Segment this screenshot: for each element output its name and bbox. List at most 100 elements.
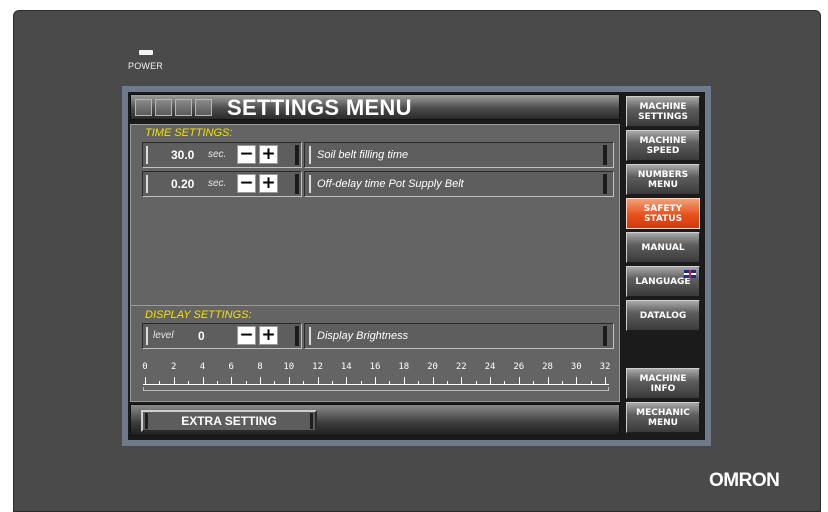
scale-tick [418,381,420,384]
time-setting-unit: sec. [208,149,227,160]
scale-tick-label: 8 [257,362,263,372]
scale-tick [231,377,233,384]
description-box-end [603,174,607,194]
scale-tick-label: 12 [312,362,323,372]
scale-tick [446,381,448,384]
side-menu: MACHINE SETTINGS MACHINE SPEED NUMBERS M… [624,94,703,438]
scale-tick [375,377,376,384]
time-setting-value: 0.20 [171,177,195,191]
scale-tick-label: 10 [283,362,295,372]
scale-tick [145,377,146,384]
decrement-button[interactable]: − [237,326,256,345]
brightness-scale[interactable]: 0 2 4 6 8 10 12 14 16 18 20 22 24 26 28 30 32 [142,360,611,392]
scale-tick-label: 0 [142,362,148,372]
scale-tick [245,381,247,384]
decrement-button[interactable]: − [237,174,256,193]
time-setting-value-box: 0.20 sec. − + [142,171,302,197]
increment-button[interactable]: + [259,145,278,164]
side-button-machine-info[interactable]: MACHINE INFO [626,368,700,399]
hmi-screen: SETTINGS MENU TIME SETTINGS: 30.0 sec. −… [128,92,705,440]
description-box-end [603,326,607,346]
scale-baseline [143,384,609,385]
settings-panel: TIME SETTINGS: 30.0 sec. − + Soil belt f… [130,124,620,402]
extra-setting-button[interactable]: EXTRA SETTING [141,410,317,432]
scale-tick-label: 28 [542,362,553,372]
value-box-edge [146,327,148,345]
scale-tick [403,377,405,384]
scale-tick [576,377,578,384]
scale-tick [288,377,290,384]
power-label: POWER [128,61,164,71]
scale-tick [561,381,563,384]
value-box-end [295,326,299,346]
scale-tick [360,381,362,384]
display-settings-title: DISPLAY SETTINGS: [145,309,252,321]
scale-tick [461,377,463,384]
side-button-manual[interactable]: MANUAL [626,232,700,263]
time-setting-value: 30.0 [171,148,195,162]
page-title: SETTINGS MENU [227,95,412,120]
scale-tick-label: 22 [455,362,467,372]
side-button-machine-speed[interactable]: MACHINE SPEED [626,130,700,161]
brand-logo: OMRON [709,470,780,491]
time-setting-description: Off-delay time Pot Supply Belt [317,178,464,190]
description-box-edge [309,327,311,345]
scale-tick-label: 32 [599,362,611,372]
description-box-edge [309,146,311,164]
side-button-language[interactable]: LANGUAGE [626,266,700,297]
scale-tick [202,377,204,384]
footer-bar: EXTRA SETTING [130,404,620,436]
side-button-mechanic-menu[interactable]: MECHANIC MENU [626,402,700,433]
time-setting-description-box: Off-delay time Pot Supply Belt [304,171,614,197]
time-setting-unit: sec. [208,178,227,189]
scale-tick [317,377,319,384]
scale-tick [346,377,348,384]
description-box-edge [309,175,311,193]
scale-tick [432,377,434,384]
scale-tick [188,381,190,384]
value-box-edge [146,175,148,193]
scale-tick [518,377,520,384]
time-setting-value-box: 30.0 sec. − + [142,142,302,168]
time-setting-description: Soil belt filling time [317,149,409,161]
scale-tick-label: 14 [340,362,352,372]
section-divider [131,305,619,306]
side-button-numbers-menu[interactable]: NUMBERS MENU [626,164,700,195]
time-settings-title: TIME SETTINGS: [145,127,233,139]
scale-tick [389,381,391,384]
scale-tick [303,381,305,384]
value-box-end [295,145,299,165]
scale-tick-label: 4 [199,362,206,372]
increment-button[interactable]: + [259,174,278,193]
scale-tick-label: 2 [171,362,177,372]
scale-tick-label: 30 [570,362,582,372]
scale-tick-label: 6 [228,362,234,372]
scale-tick-label: 16 [369,362,381,372]
header-square-icon [135,99,152,116]
side-button-machine-settings[interactable]: MACHINE SETTINGS [626,96,700,127]
brightness-description-box: Display Brightness [304,323,614,349]
brightness-level-value: 0 [198,329,205,343]
increment-button[interactable]: + [259,326,278,345]
value-box-edge [146,146,148,164]
scale-tick [547,377,549,384]
brightness-value-box: level 0 − + [142,323,302,349]
brightness-description: Display Brightness [317,330,409,342]
scale-tick [590,381,592,384]
header-square-icon [155,99,172,116]
scale-tick [490,377,491,384]
decrement-button[interactable]: − [237,145,256,164]
scale-tick [504,381,506,384]
value-box-end [295,174,299,194]
side-button-datalog[interactable]: DATALOG [626,300,700,331]
time-setting-description-box: Soil belt filling time [304,142,614,168]
uk-flag-icon [684,270,696,278]
header-square-icon [195,99,212,116]
scale-tick-label: 20 [427,362,438,372]
side-button-safety-status[interactable]: SAFETY STATUS [626,198,700,229]
scale-tick [605,377,606,384]
scale-tick [216,381,218,384]
scale-tick [260,377,261,384]
side-button-label: LANGUAGE [635,276,691,287]
power-led-icon [139,50,153,55]
